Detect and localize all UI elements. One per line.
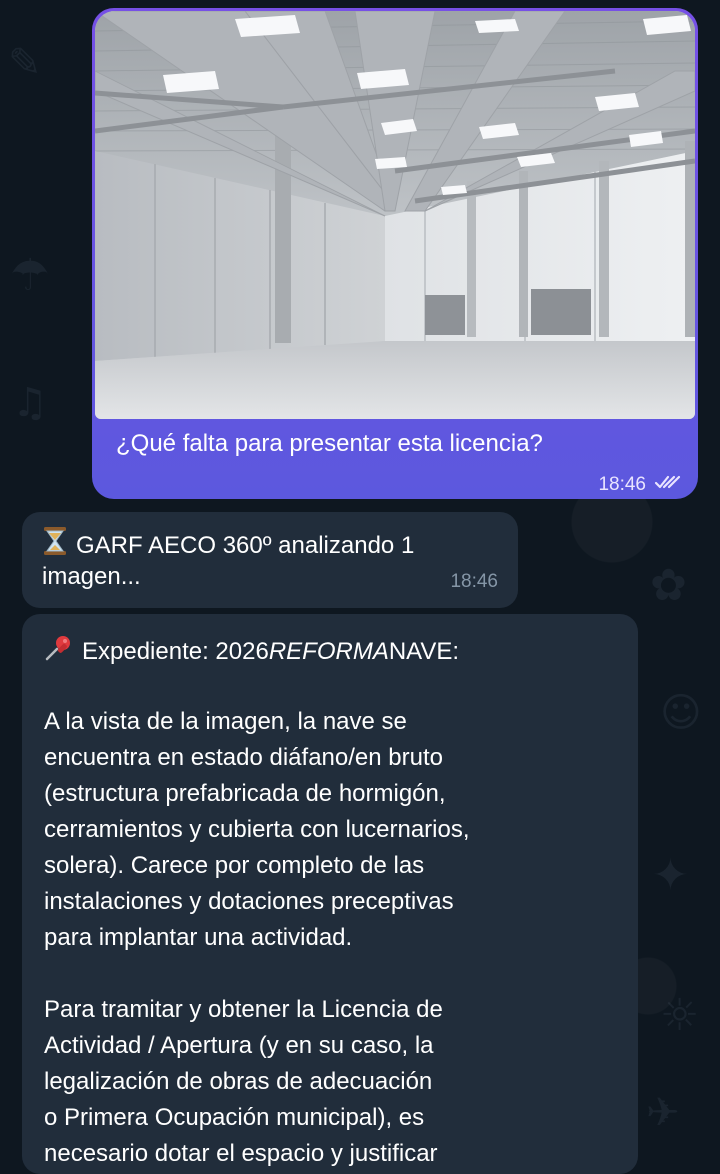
- reply-text-line: necesario dotar el espacio y justificar: [44, 1140, 438, 1167]
- reply-text-line: encuentra en estado diáfano/en bruto: [44, 744, 443, 771]
- reply-text-line: solera). Carece por completo de las: [44, 852, 425, 879]
- status-text-line2: imagen...: [42, 563, 141, 590]
- incoming-reply-message[interactable]: Expediente: 2026REFORMANAVE: A la vista …: [22, 614, 638, 1174]
- reply-text-line: o Primera Ocupación municipal), es: [44, 1104, 425, 1131]
- doodle-icon: ✎: [8, 40, 42, 86]
- reply-text-line: para implantar una actividad.: [44, 924, 353, 951]
- double-check-icon: [654, 474, 682, 496]
- status-line-1: GARF AECO 360º analizando 1: [42, 526, 498, 563]
- doodle-icon: ✦: [652, 850, 689, 901]
- doodle-icon: ☂: [10, 250, 50, 301]
- header-label: Expediente: 2026: [82, 638, 269, 665]
- doodle-icon: ✿: [650, 560, 687, 611]
- outgoing-caption: ¿Qué falta para presentar esta licencia?: [116, 430, 543, 457]
- outgoing-time: 18:46: [598, 474, 646, 495]
- doodle-icon: ☺: [660, 690, 702, 736]
- reply-text-line: legalización de obras de adecuación: [44, 1068, 433, 1095]
- reply-header: Expediente: 2026REFORMANAVE:: [44, 632, 616, 668]
- reply-text-line: (estructura prefabricada de hormigón,: [44, 780, 446, 807]
- reply-text-line: Para tramitar y obtener la Licencia de: [44, 996, 443, 1023]
- doodle-icon: ♫: [12, 380, 48, 426]
- reply-text-line: Actividad / Apertura (y en su caso, la: [44, 1032, 434, 1059]
- status-time: 18:46: [450, 571, 498, 592]
- reply-text-line: cerramientos y cubierta con lucernarios,: [44, 816, 470, 843]
- status-text-line1: GARF AECO 360º analizando 1: [76, 532, 415, 559]
- outgoing-photo-message[interactable]: ¿Qué falta para presentar esta licencia?…: [92, 8, 698, 499]
- pushpin-icon: [44, 632, 74, 673]
- reply-text-line: instalaciones y dotaciones preceptivas: [44, 888, 454, 915]
- warehouse-photo[interactable]: [95, 11, 695, 419]
- doodle-icon: ☼: [660, 990, 700, 1041]
- hourglass-icon: [42, 526, 68, 563]
- reply-text-line: A la vista de la imagen, la nave se: [44, 708, 407, 735]
- header-suffix: NAVE:: [388, 638, 460, 665]
- doodle-icon: ✈: [646, 1090, 680, 1136]
- incoming-status-message[interactable]: GARF AECO 360º analizando 1 imagen... 18…: [22, 512, 518, 608]
- outgoing-meta: 18:46: [598, 474, 682, 496]
- header-italic: REFORMA: [268, 638, 389, 665]
